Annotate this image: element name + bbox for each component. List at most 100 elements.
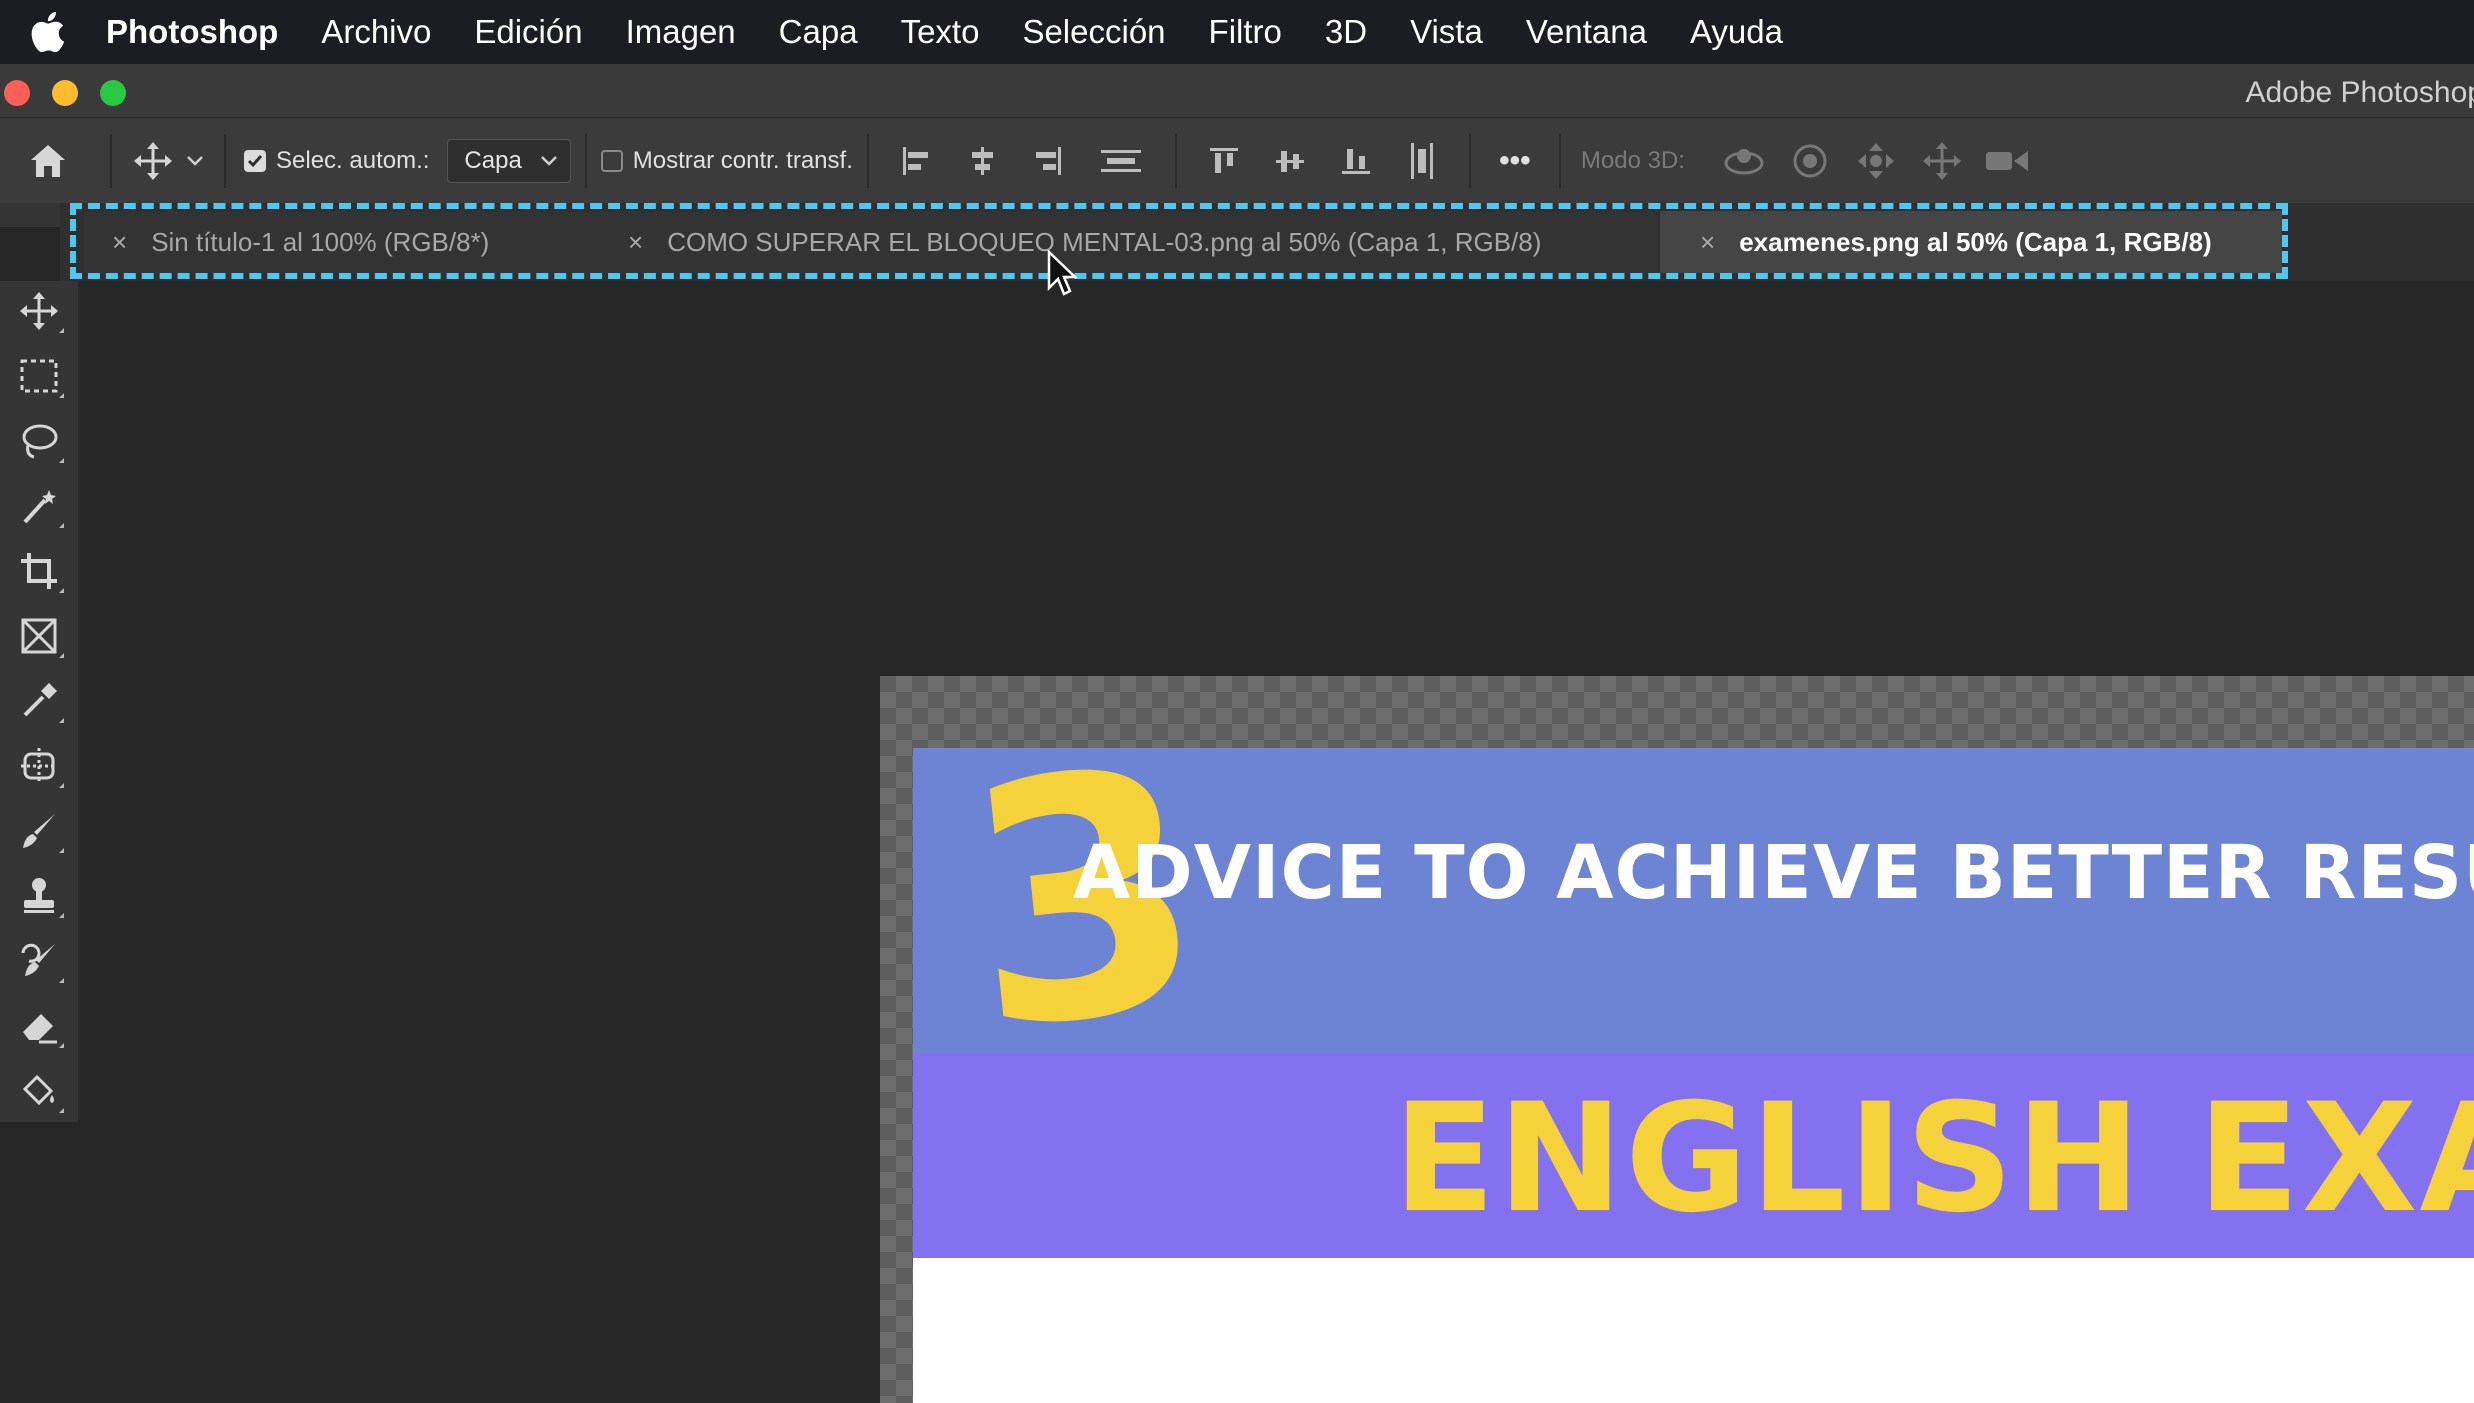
marquee-icon (20, 359, 58, 393)
divider (110, 133, 112, 188)
move-tool-preset-button[interactable] (126, 141, 180, 181)
menu-imagen[interactable]: Imagen (626, 13, 736, 51)
document-canvas[interactable]: 3 ADVICE TO ACHIEVE BETTER RESULTS O ENG… (880, 676, 2474, 1403)
frame-tool[interactable] (0, 606, 78, 666)
tab-label: Sin título-1 al 100% (RGB/8*) (151, 226, 490, 257)
divider (866, 133, 869, 188)
document-tab[interactable]: × COMO SUPERAR EL BLOQUEO MENTAL-03.png … (588, 211, 1658, 273)
menu-texto[interactable]: Texto (901, 13, 980, 51)
rectangular-marquee-tool[interactable] (0, 346, 78, 406)
divider (224, 133, 226, 188)
frame-icon (21, 618, 57, 654)
menu-3d[interactable]: 3D (1325, 13, 1367, 51)
mouse-pointer-icon (1047, 250, 1077, 296)
align-right-icon (1035, 146, 1061, 175)
brush-icon (23, 814, 55, 848)
align-horizontal-centers-button[interactable] (949, 144, 1015, 178)
toolbar-collapse-strip[interactable] (0, 203, 60, 227)
header-blue-band: 3 ADVICE TO ACHIEVE BETTER RESULTS O (913, 697, 2474, 1103)
distribute-icon (1100, 149, 1141, 172)
auto-select-target-dropdown[interactable]: Capa (447, 138, 571, 183)
clone-stamp-tool[interactable] (0, 866, 78, 926)
distribute-horizontal-button[interactable] (1389, 141, 1455, 181)
menu-vista[interactable]: Vista (1410, 13, 1483, 51)
brush-tool[interactable] (0, 801, 78, 861)
magic-wand-tool[interactable] (0, 476, 78, 536)
menu-capa[interactable]: Capa (779, 13, 858, 51)
healing-brush-icon (21, 748, 57, 784)
orbit-3d-button[interactable] (1711, 143, 1777, 179)
crop-tool[interactable] (0, 541, 78, 601)
window-title: Adobe Photoshop (2245, 76, 2474, 109)
checkmark-icon (247, 154, 263, 167)
tool-preset-dropdown[interactable] (180, 155, 210, 167)
close-tab-icon[interactable]: × (112, 227, 127, 258)
divider (1174, 133, 1177, 188)
menu-seleccion[interactable]: Selección (1022, 13, 1165, 51)
window-title-bar: Adobe Photoshop (0, 64, 2474, 118)
move-tool[interactable] (0, 281, 78, 341)
minimize-window-button[interactable] (52, 80, 78, 106)
align-bottom-icon (1341, 148, 1370, 174)
paint-bucket-tool[interactable] (0, 1061, 78, 1121)
auto-select-label: Selec. autom.: (276, 146, 430, 174)
close-tab-icon[interactable]: × (628, 227, 643, 258)
menu-edicion[interactable]: Edición (474, 13, 582, 51)
tools-panel (0, 281, 80, 1122)
document-tab[interactable]: × Sin título-1 al 100% (RGB/8*) (84, 211, 604, 273)
align-left-edges-button[interactable] (883, 144, 949, 178)
distribute-vertical-button[interactable] (1081, 144, 1161, 178)
document-workspace[interactable]: 3 ADVICE TO ACHIEVE BETTER RESULTS O ENG… (80, 281, 2474, 1403)
canvas-white-area (913, 1258, 2474, 1403)
menu-ventana[interactable]: Ventana (1526, 13, 1647, 51)
eraser-tool[interactable] (0, 996, 78, 1056)
align-top-icon (1209, 147, 1238, 173)
close-window-button[interactable] (4, 80, 30, 106)
spot-healing-brush-tool[interactable] (0, 736, 78, 796)
distribute-horizontal-icon (1410, 142, 1433, 179)
align-left-icon (902, 146, 928, 175)
home-button[interactable] (0, 142, 96, 180)
crop-icon (21, 553, 57, 589)
align-vertical-centers-button[interactable] (1257, 144, 1323, 178)
divider (1468, 133, 1471, 188)
lasso-icon (22, 424, 58, 459)
align-bottom-edges-button[interactable] (1323, 144, 1389, 178)
menu-ayuda[interactable]: Ayuda (1690, 13, 1783, 51)
roll-3d-button[interactable] (1777, 141, 1843, 181)
pan-3d-button[interactable] (1843, 141, 1909, 181)
divider (584, 133, 587, 188)
slide-3d-button[interactable] (1909, 141, 1975, 181)
apple-logo-icon[interactable] (28, 12, 68, 52)
zoom-window-button[interactable] (100, 80, 126, 106)
header-purple-band: ENGLISH EXAMS (913, 1054, 2474, 1258)
history-brush-tool[interactable] (0, 931, 78, 991)
align-center-icon (971, 146, 993, 175)
history-brush-icon (21, 943, 55, 976)
clone-stamp-icon (24, 878, 54, 913)
close-tab-icon[interactable]: × (1700, 227, 1715, 258)
magic-wand-icon (23, 490, 56, 524)
scale-3d-button[interactable] (1975, 146, 2041, 176)
show-transform-controls-label: Mostrar contr. transf. (632, 146, 853, 174)
eyedropper-tool[interactable] (0, 671, 78, 731)
pan-3d-icon (1857, 142, 1894, 179)
slide-3d-icon (1922, 141, 1961, 180)
lasso-tool[interactable] (0, 411, 78, 471)
eyedropper-icon (23, 683, 57, 717)
auto-select-checkbox[interactable] (244, 149, 266, 172)
chevron-down-icon (187, 155, 203, 166)
show-transform-controls-checkbox[interactable] (600, 149, 623, 172)
align-right-edges-button[interactable] (1015, 144, 1081, 178)
orbit-3d-icon (1724, 148, 1764, 174)
more-options-button[interactable]: ••• (1485, 144, 1545, 178)
menu-photoshop[interactable]: Photoshop (106, 13, 278, 51)
menu-filtro[interactable]: Filtro (1209, 13, 1282, 51)
align-top-edges-button[interactable] (1191, 144, 1257, 178)
move-icon (20, 292, 58, 330)
document-tab-active[interactable]: × examenes.png al 50% (Capa 1, RGB/8) (1660, 211, 2282, 273)
menu-bar: Photoshop Archivo Edición Imagen Capa Te… (0, 0, 2474, 64)
tab-label: examenes.png al 50% (Capa 1, RGB/8) (1739, 226, 2212, 257)
menu-archivo[interactable]: Archivo (321, 13, 431, 51)
eraser-icon (23, 1014, 57, 1044)
